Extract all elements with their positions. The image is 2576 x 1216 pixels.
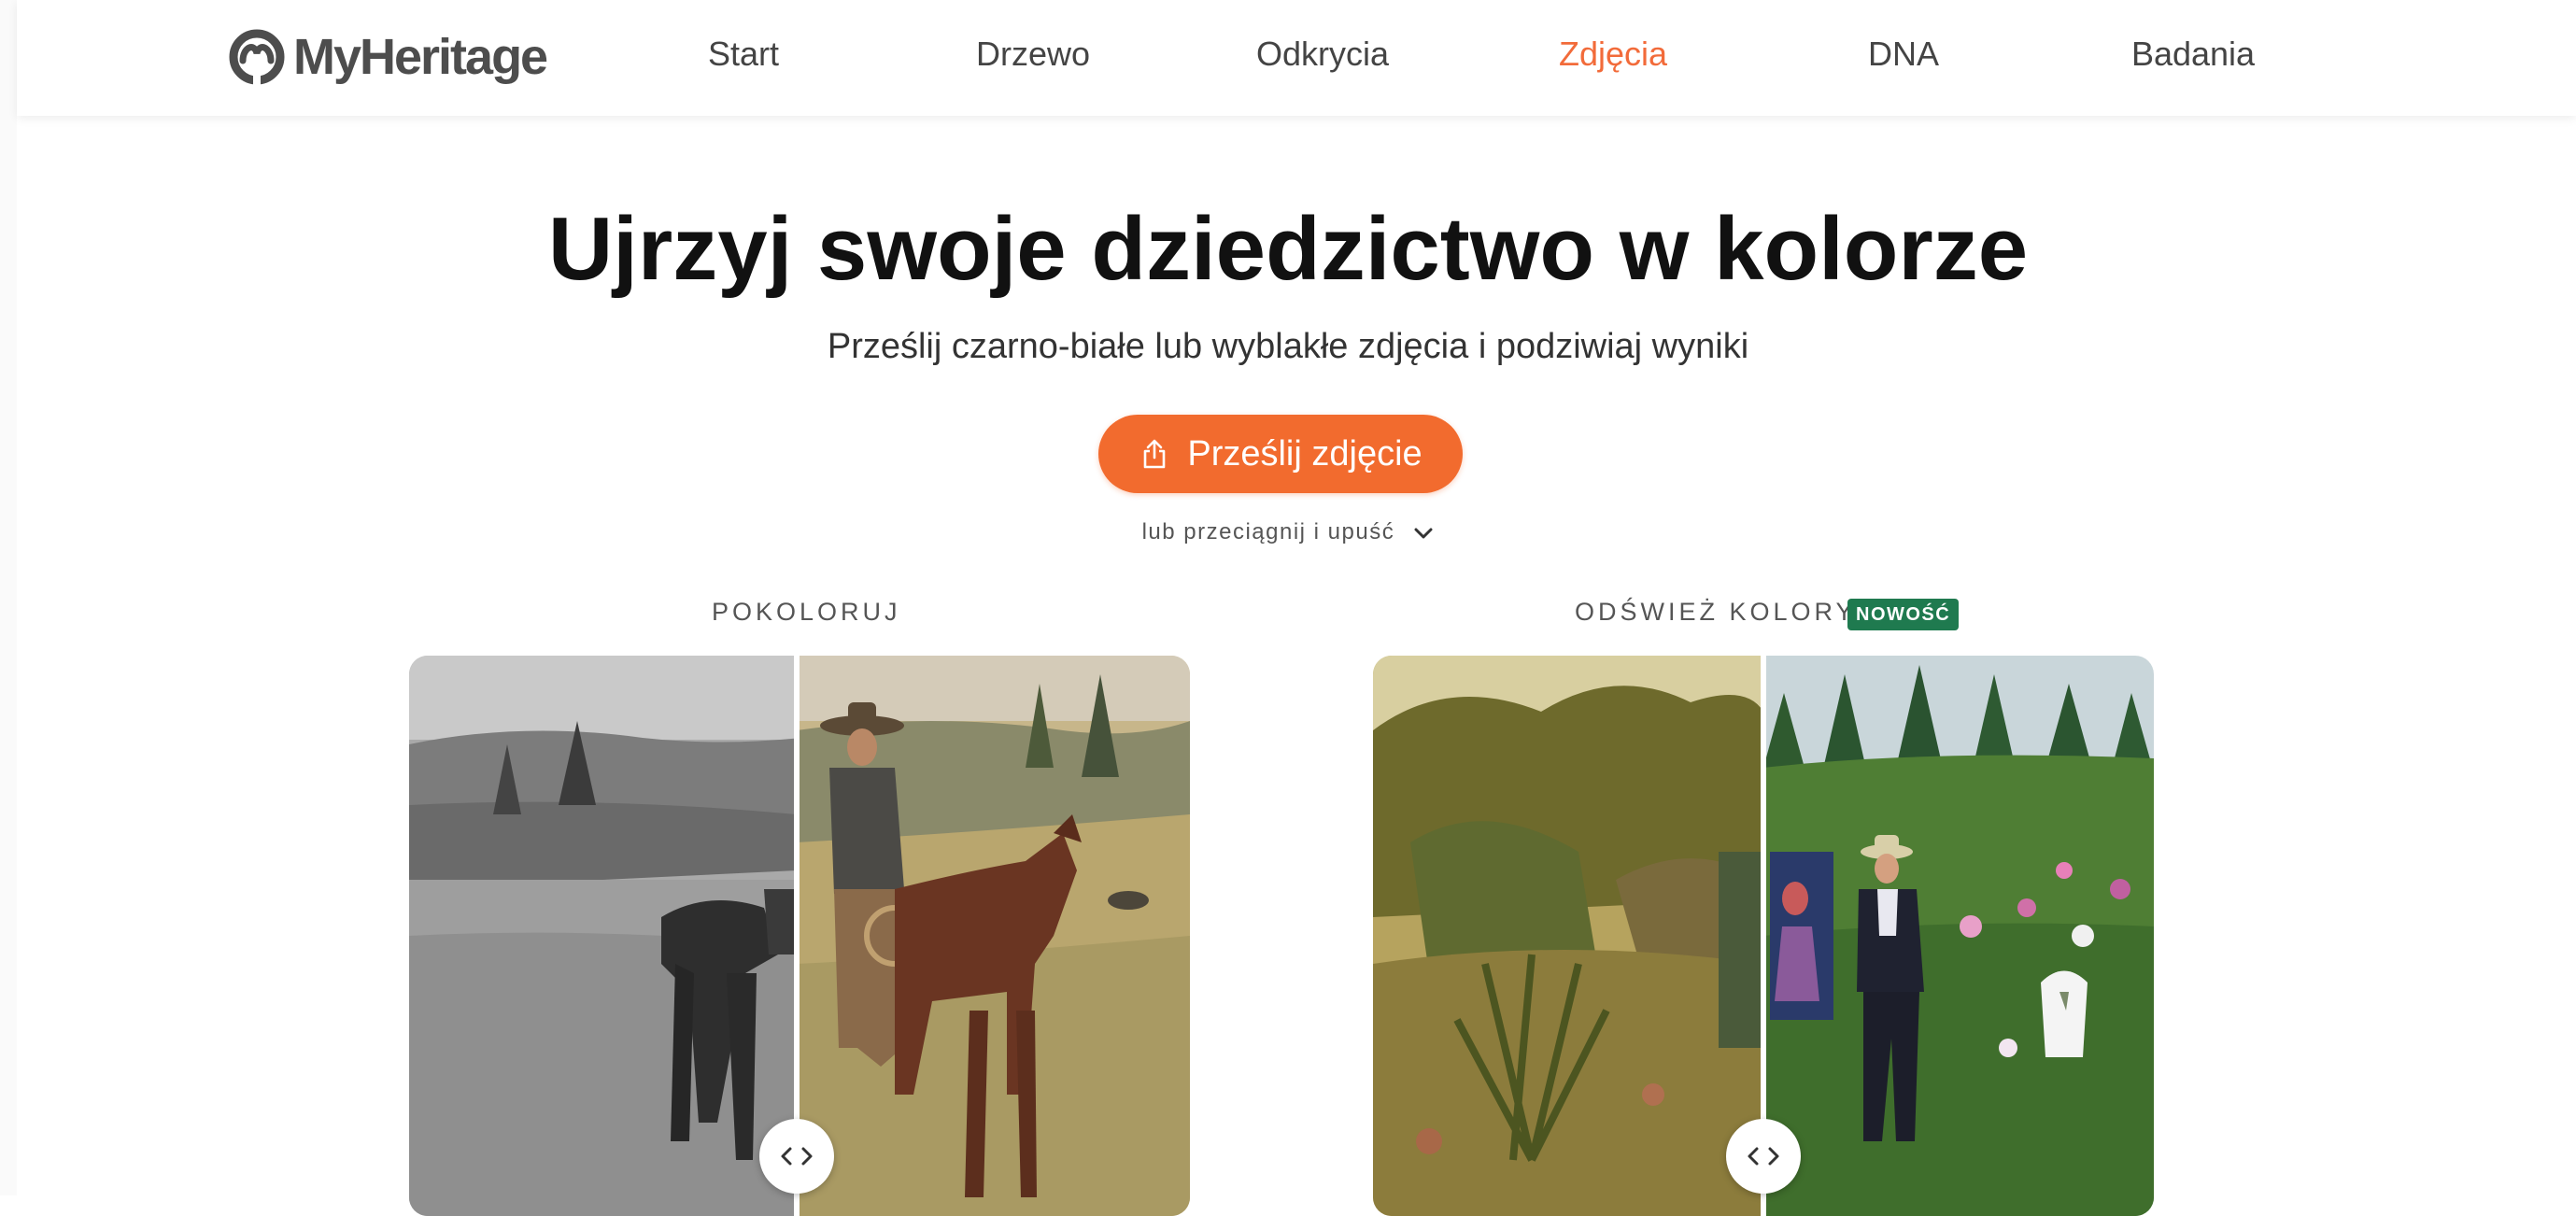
page-edge [0,0,17,1195]
nav-photos[interactable]: Zdjęcia [1559,26,1667,82]
myheritage-logo-icon [229,29,285,85]
upload-photo-button[interactable]: Prześlij zdjęcie [1098,415,1463,493]
left-right-arrows-icon [1748,1147,1779,1166]
upload-photo-label: Prześlij zdjęcie [1187,433,1422,474]
colorize-comparison-card[interactable] [409,656,1190,1216]
nav-research[interactable]: Badania [2131,26,2255,82]
myheritage-logo[interactable]: MyHeritage [222,21,548,93]
share-upload-icon [1144,439,1166,469]
restore-colors-comparison-card[interactable] [1373,656,2154,1216]
comparison-slider-handle[interactable] [759,1119,834,1194]
drag-drop-hint[interactable]: lub przeciągnij i upuść [0,519,2576,545]
nav-tree[interactable]: Drzewo [976,26,1090,82]
left-right-arrows-icon [781,1147,813,1166]
nav-start[interactable]: Start [708,26,779,82]
colorize-section-label: POKOLORUJ [712,598,901,626]
nav-discoveries[interactable]: Odkrycia [1256,26,1389,82]
restore-colors-section-label: ODŚWIEŻ KOLORY [1575,598,1857,626]
brand-name: MyHeritage [293,29,548,85]
chevron-down-icon [1414,528,1433,539]
new-badge: NOWOŚĆ [1847,599,1960,630]
drag-drop-label: lub przeciągnij i upuść [1141,519,1395,544]
page-title: Ujrzyj swoje dziedzictwo w kolorze [547,199,2029,299]
comparison-slider-handle[interactable] [1726,1119,1801,1194]
page-subtitle: Prześlij czarno-białe lub wyblakłe zdjęc… [827,327,1749,366]
nav-dna[interactable]: DNA [1868,26,1939,82]
